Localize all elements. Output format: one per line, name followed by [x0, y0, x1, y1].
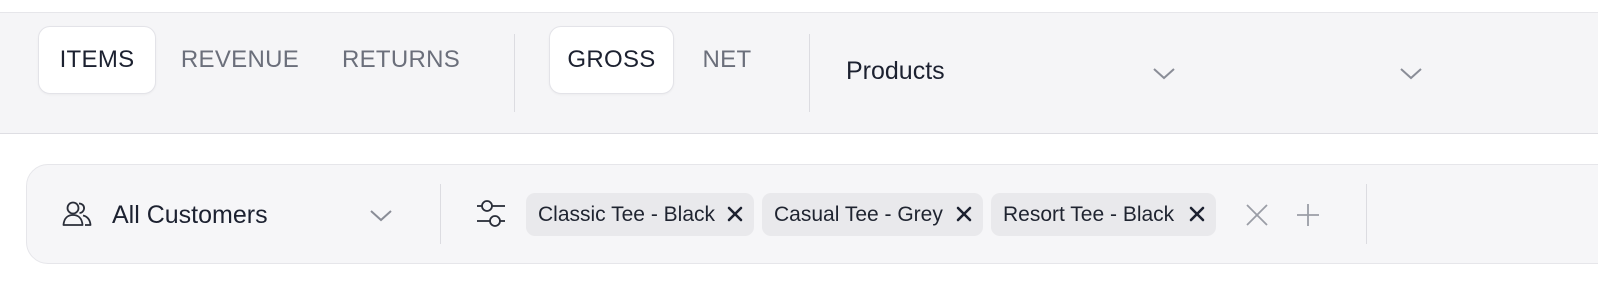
chip-label: Casual Tee - Grey	[774, 202, 943, 226]
tab-returns[interactable]: RETURNS	[328, 26, 474, 94]
toolbar-divider	[809, 34, 810, 112]
chip-label: Resort Tee - Black	[1003, 202, 1175, 226]
clear-filters-icon[interactable]	[1245, 203, 1269, 227]
remove-chip-icon[interactable]	[955, 205, 973, 223]
chevron-down-icon	[370, 210, 392, 222]
add-filter-icon[interactable]	[1295, 202, 1321, 228]
filter-divider	[440, 184, 441, 244]
group-by-select-value: Products	[846, 57, 945, 85]
chip-label: Classic Tee - Black	[538, 202, 716, 226]
filter-chip: Casual Tee - Grey	[762, 193, 983, 236]
filter-chip: Resort Tee - Black	[991, 193, 1216, 236]
tab-gross[interactable]: GROSS	[549, 26, 674, 94]
filter-chip: Classic Tee - Black	[526, 193, 754, 236]
customer-select[interactable]: All Customers	[50, 188, 420, 242]
tab-net[interactable]: NET	[688, 26, 766, 94]
tab-items[interactable]: ITEMS	[38, 26, 156, 94]
tab-revenue[interactable]: REVENUE	[170, 26, 310, 94]
customer-select-value: All Customers	[112, 201, 268, 229]
sliders-icon[interactable]	[474, 198, 508, 230]
users-icon	[62, 201, 92, 226]
toolbar-divider	[514, 34, 515, 112]
remove-chip-icon[interactable]	[726, 205, 744, 223]
filter-divider	[1366, 184, 1367, 244]
chevron-down-icon	[1400, 68, 1422, 80]
group-by-select[interactable]: Products	[830, 40, 1190, 102]
remove-chip-icon[interactable]	[1188, 205, 1206, 223]
chevron-down-icon	[1153, 68, 1175, 80]
secondary-select[interactable]	[1240, 40, 1440, 102]
